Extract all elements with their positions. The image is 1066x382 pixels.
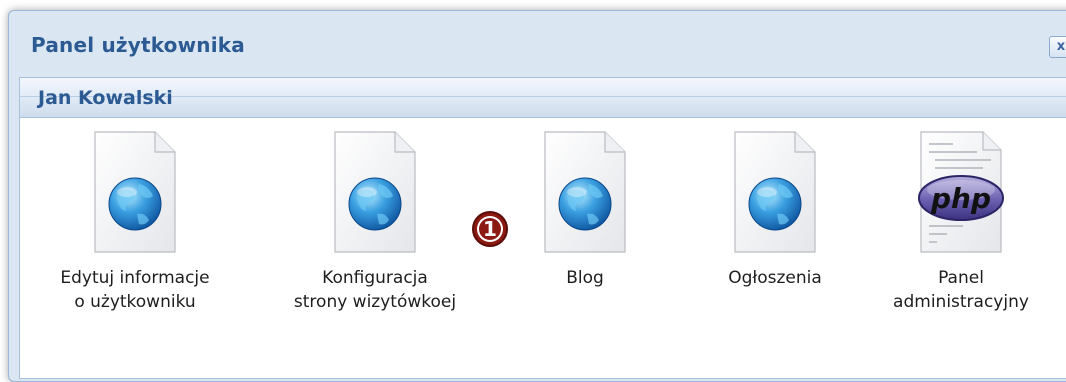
site-config-item[interactable]: Konfiguracja strony wizytówkoej (270, 130, 480, 314)
web-document-icon (544, 131, 626, 253)
web-document-icon (734, 131, 816, 253)
php-document-icon: php (918, 131, 1004, 253)
blog-item[interactable]: Blog (480, 130, 690, 290)
announcements-item[interactable]: Ogłoszenia (670, 130, 880, 290)
edit-user-info-item[interactable]: Edytuj informacje o użytkowniku (30, 130, 240, 314)
web-document-icon (94, 131, 176, 253)
number-marker-icon: 1 (472, 211, 508, 247)
web-document-icon (334, 131, 416, 253)
announcements-label: Ogłoszenia (728, 268, 822, 288)
dialog-title: Panel użytkownika (31, 33, 245, 57)
panel-header: Jan Kowalski (20, 78, 1066, 118)
user-name: Jan Kowalski (38, 87, 173, 109)
site-config-label: Konfiguracja strony wizytówkoej (293, 268, 457, 312)
svg-text:php: php (930, 182, 991, 215)
close-button[interactable]: x (1049, 36, 1066, 58)
blog-label: Blog (566, 268, 604, 288)
admin-panel-item[interactable]: php Panel administracyjny (856, 130, 1066, 314)
admin-panel-label: Panel administracyjny (893, 268, 1029, 312)
marker-number: 1 (483, 217, 497, 241)
edit-user-info-label: Edytuj informacje o użytkowniku (60, 268, 210, 312)
